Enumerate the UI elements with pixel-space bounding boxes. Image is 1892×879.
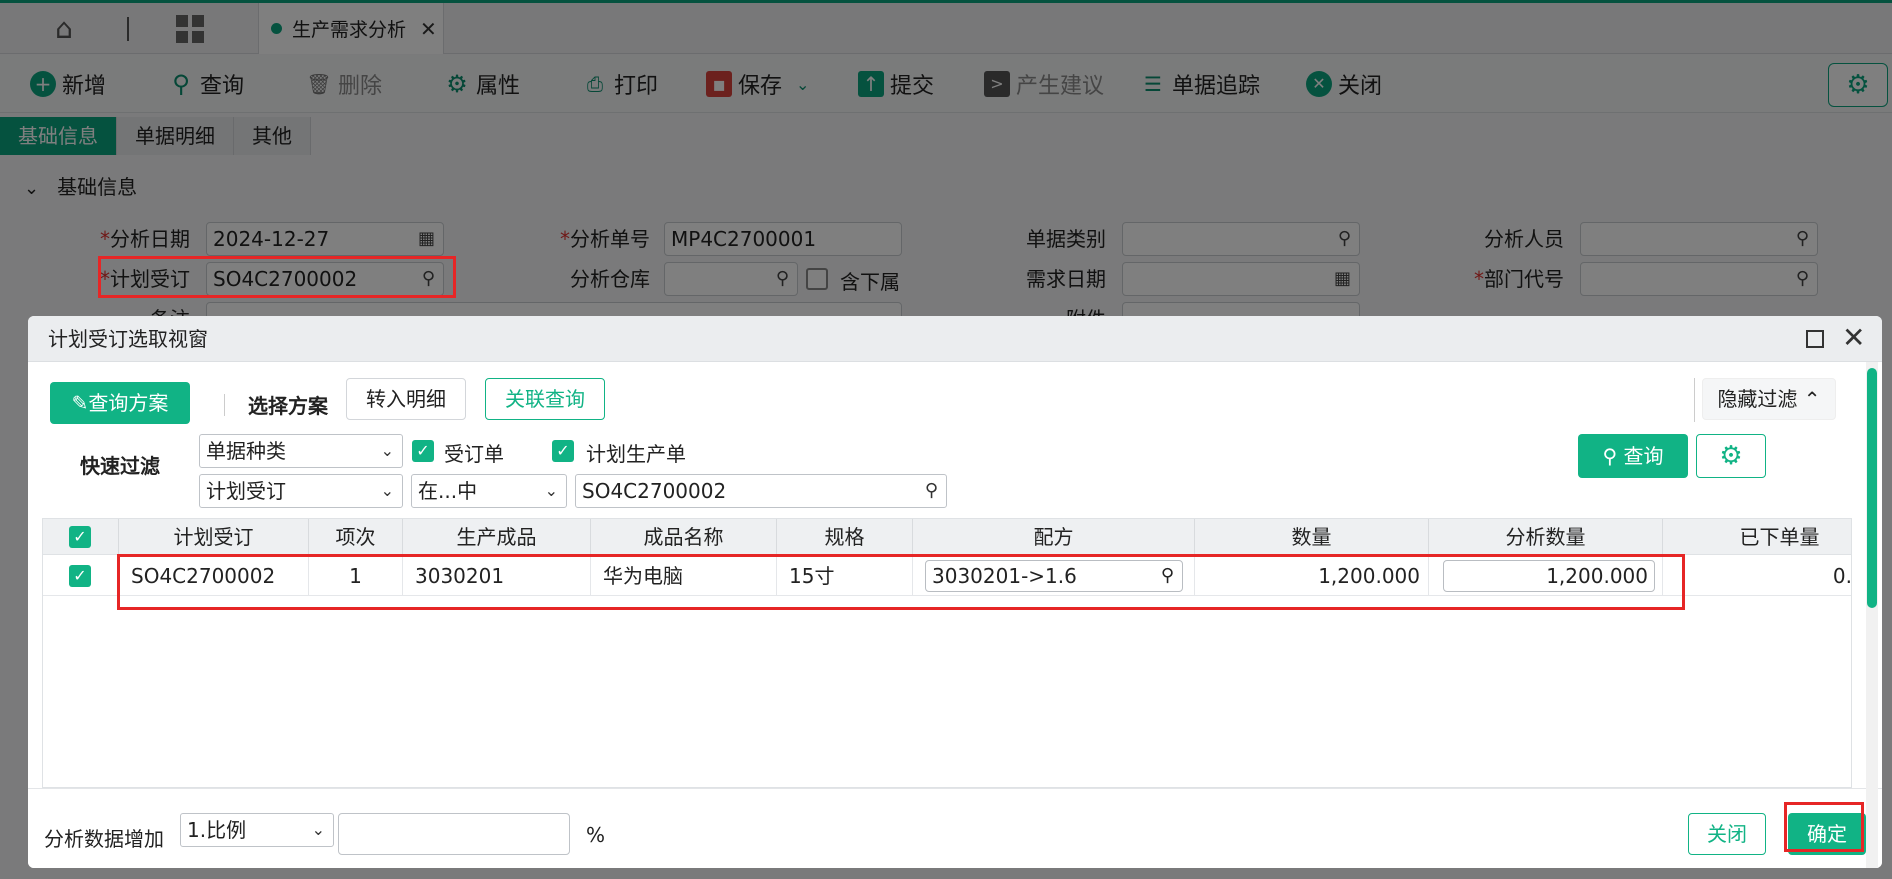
highlight-plan-order [98,256,456,298]
chevron-down-icon: ⌄ [544,481,558,500]
chevron-down-icon: ⌄ [311,820,325,839]
col-ordered-qty[interactable]: 已下单量 [1663,519,1851,555]
query-scheme-button[interactable]: ✎查询方案 [50,382,190,424]
col-quantity[interactable]: 数量 [1195,519,1429,555]
search-icon[interactable]: ⚲ [925,475,938,507]
col-plan-order[interactable]: 计划受订 [119,519,309,555]
filter1-field-select[interactable]: 单据种类 ⌄ [199,434,403,468]
search-icon: ⚲ [1602,444,1618,468]
plan-production-label: 计划生产单 [586,442,686,466]
maximize-icon[interactable] [1806,330,1824,348]
hide-filter-button[interactable]: 隐藏过滤 ⌃ [1702,378,1836,420]
close-icon[interactable]: ✕ [1842,322,1865,354]
dialog-footer: 分析数据增加 1.比例 ⌄ % 关闭 确定 [28,788,1882,868]
dialog-settings-button[interactable]: ⚙ [1696,434,1766,478]
filter2-operator-select[interactable]: 在...中 ⌄ [411,474,567,508]
increase-label: 分析数据增加 [44,827,164,851]
filter2-value-input[interactable]: SO4C2700002 ⚲ [575,474,947,508]
grid-header: ✓ 计划受订 项次 生产成品 成品名称 规格 配方 数量 分析数量 已下单量 [43,519,1851,555]
filter2-field-select[interactable]: 计划受订 ⌄ [199,474,403,508]
tools-icon: ✎ [71,391,89,415]
percent-label: % [586,823,606,847]
col-product[interactable]: 生产成品 [403,519,591,555]
vertical-scrollbar[interactable] [1866,362,1878,868]
cell-ordered-qty: 0. [1663,556,1851,596]
increase-value-input[interactable] [338,813,570,855]
quick-filter-label: 快速过滤 [80,454,160,478]
dialog-header: 计划受订选取视窗 ✕ [28,316,1882,362]
scrollbar-thumb[interactable] [1867,368,1877,608]
linked-query-button[interactable]: 关联查询 [485,378,605,420]
select-all-checkbox[interactable]: ✓ [69,526,91,548]
col-spec[interactable]: 规格 [777,519,913,555]
select-all-cell: ✓ [43,519,119,555]
order-checkbox-label: 受订单 [444,442,504,466]
col-formula[interactable]: 配方 [913,519,1195,555]
col-product-name[interactable]: 成品名称 [591,519,777,555]
dialog-query-button[interactable]: ⚲ 查询 [1578,434,1688,478]
dialog-title: 计划受订选取视窗 [48,327,208,351]
chevron-up-icon: ⌃ [1803,387,1821,411]
chevron-down-icon: ⌄ [380,441,394,460]
divider [1694,378,1695,422]
divider [224,394,225,416]
increase-mode-select[interactable]: 1.比例 ⌄ [180,813,334,847]
chevron-down-icon: ⌄ [380,481,394,500]
order-checkbox[interactable]: ✓ [412,440,434,462]
highlight-row [117,554,1685,610]
col-analysis-qty[interactable]: 分析数量 [1429,519,1663,555]
highlight-confirm [1784,802,1864,852]
select-scheme-label: 选择方案 [248,394,328,418]
plan-production-checkbox[interactable]: ✓ [552,440,574,462]
row-checkbox[interactable]: ✓ [69,565,91,587]
col-item[interactable]: 项次 [309,519,403,555]
row-select-cell: ✓ [43,556,119,596]
dialog-close-button[interactable]: 关闭 [1688,813,1766,855]
import-detail-button[interactable]: 转入明细 [346,378,466,420]
